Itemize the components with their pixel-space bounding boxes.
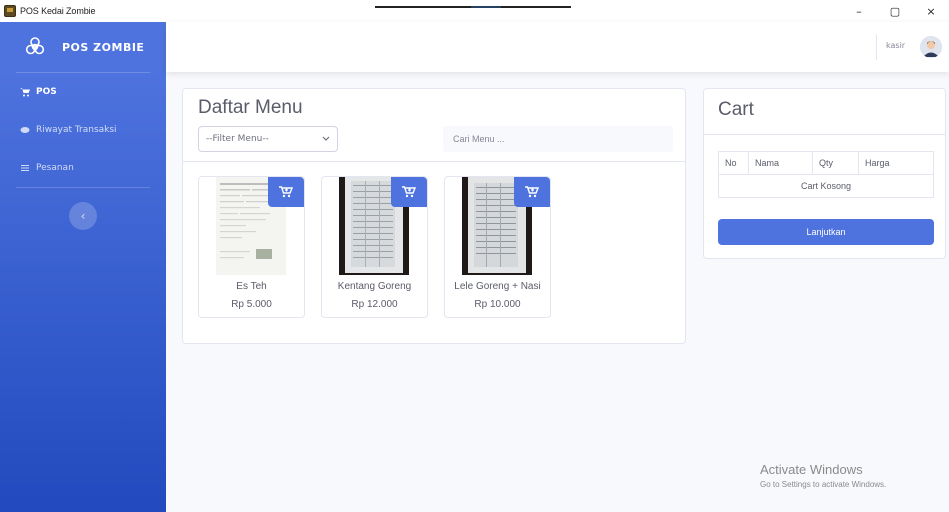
column-header: No — [718, 151, 749, 175]
checkout-button[interactable]: Lanjutkan — [718, 219, 934, 245]
sidebar-item-pesanan[interactable]: Pesanan — [0, 149, 166, 187]
menu-card: Daftar Menu --Filter Menu-- Cari Menu ..… — [182, 88, 686, 344]
product-name: Kentang Goreng — [337, 281, 412, 292]
chevron-down-icon — [322, 134, 330, 144]
brand-title: POS ZOMBIE — [62, 40, 145, 54]
filter-menu-value: --Filter Menu-- — [206, 134, 269, 144]
sidebar-divider — [16, 187, 150, 188]
brand[interactable]: POS ZOMBIE — [0, 22, 166, 72]
product-card[interactable]: Kentang Goreng Rp 12.000 — [321, 176, 428, 318]
menu-card-header: Daftar Menu --Filter Menu-- — [183, 89, 685, 162]
biohazard-icon — [24, 36, 46, 58]
cart-table: No Nama Qty Harga Cart Kosong — [718, 151, 934, 198]
topbar-divider — [876, 34, 877, 60]
add-to-cart-button[interactable] — [391, 177, 427, 207]
column-header: Qty — [812, 151, 859, 175]
cart-plus-icon — [279, 186, 293, 198]
sidebar: POS ZOMBIE POS Riwayat Transaksi Pesanan… — [0, 22, 166, 512]
table-row: Cart Kosong — [718, 174, 934, 198]
search-menu-input[interactable] — [443, 126, 673, 152]
avatar[interactable] — [920, 36, 942, 58]
cart-plus-icon — [525, 186, 539, 198]
watermark-title: Activate Windows — [760, 462, 863, 477]
titlebar-drag-indicator — [375, 6, 571, 8]
coins-icon — [20, 125, 30, 135]
product-list: Es Teh Rp 5.000 Kentang Goreng Rp 12.000… — [198, 176, 567, 318]
filter-menu-select[interactable]: --Filter Menu-- — [198, 126, 338, 152]
page-title: Daftar Menu — [198, 97, 303, 118]
product-price: Rp 10.000 — [474, 299, 521, 310]
table-header-row: No Nama Qty Harga — [718, 151, 934, 175]
cart-card: Cart No Nama Qty Harga Cart Kosong Lanju… — [703, 88, 946, 259]
column-header: Harga — [858, 151, 934, 175]
product-card[interactable]: Lele Goreng + Nasi Rp 10.000 — [444, 176, 551, 318]
app-icon — [4, 5, 16, 17]
sidebar-item-label: Riwayat Transaksi — [36, 125, 117, 135]
column-header: Nama — [748, 151, 813, 175]
maximize-button[interactable]: ▢ — [877, 0, 913, 22]
add-to-cart-button[interactable] — [514, 177, 550, 207]
sidebar-item-riwayat-transaksi[interactable]: Riwayat Transaksi — [0, 111, 166, 149]
watermark-subtitle: Go to Settings to activate Windows. — [760, 480, 887, 489]
sidebar-toggle-button[interactable]: ‹ — [69, 202, 97, 230]
cart-card-header: Cart — [704, 89, 945, 135]
product-card[interactable]: Es Teh Rp 5.000 — [198, 176, 305, 318]
cart-plus-icon — [402, 186, 416, 198]
topbar: kasir — [166, 22, 949, 72]
sidebar-item-label: POS — [36, 87, 57, 97]
cart-title: Cart — [718, 99, 754, 120]
product-price: Rp 5.000 — [231, 299, 272, 310]
cart-empty-message: Cart Kosong — [718, 174, 934, 198]
user-avatar-icon — [920, 36, 942, 58]
chevron-left-icon: ‹ — [80, 209, 86, 223]
close-button[interactable]: × — [913, 0, 949, 22]
window-title: POS Kedai Zombie — [20, 6, 96, 16]
cart-icon — [20, 87, 30, 97]
sidebar-item-label: Pesanan — [36, 163, 74, 173]
window-titlebar: POS Kedai Zombie – ▢ × — [0, 0, 949, 22]
window-controls: – ▢ × — [841, 0, 949, 22]
activate-windows-watermark: Activate Windows Go to Settings to activ… — [760, 462, 886, 489]
list-icon — [20, 163, 30, 173]
product-name: Lele Goreng + Nasi — [454, 281, 541, 292]
user-name[interactable]: kasir — [886, 41, 905, 50]
add-to-cart-button[interactable] — [268, 177, 304, 207]
minimize-button[interactable]: – — [841, 0, 877, 22]
product-name: Es Teh — [236, 281, 267, 292]
product-price: Rp 12.000 — [351, 299, 398, 310]
sidebar-item-pos[interactable]: POS — [0, 73, 166, 111]
